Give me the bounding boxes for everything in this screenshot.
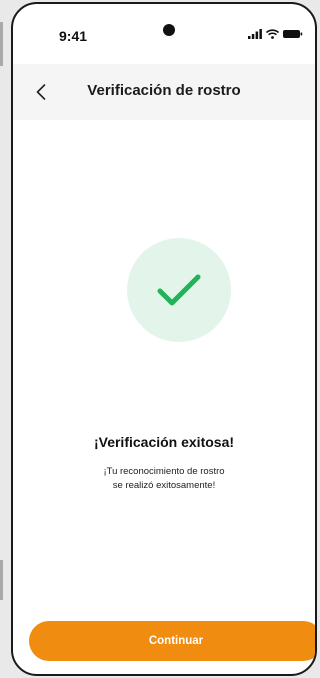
page-title: Verificación de rostro [87,82,241,99]
checkmark-icon [157,274,201,306]
wifi-icon [266,29,279,39]
status-bar: 9:41 [13,4,315,64]
status-icons [248,29,303,39]
success-message-line: se realizó exitosamente! [112,480,216,491]
app-header: Verificación de rostro [13,64,315,120]
success-title: ¡Verificación exitosa! [93,434,235,450]
success-badge [127,238,231,342]
device-edge-mark [0,560,3,600]
success-message: ¡Tu reconocimiento de rostro se realizó … [53,465,275,493]
continue-button[interactable]: Continuar [29,621,315,661]
battery-icon [283,30,303,38]
success-message-line: ¡Tu reconocimiento de rostro [103,466,225,477]
camera-notch [163,24,175,36]
signal-icon [248,29,262,39]
device-edge-mark [0,22,3,66]
phone-frame: 9:41 Verificación de rostro ¡Verificació… [11,2,317,676]
status-time: 9:41 [59,28,88,44]
